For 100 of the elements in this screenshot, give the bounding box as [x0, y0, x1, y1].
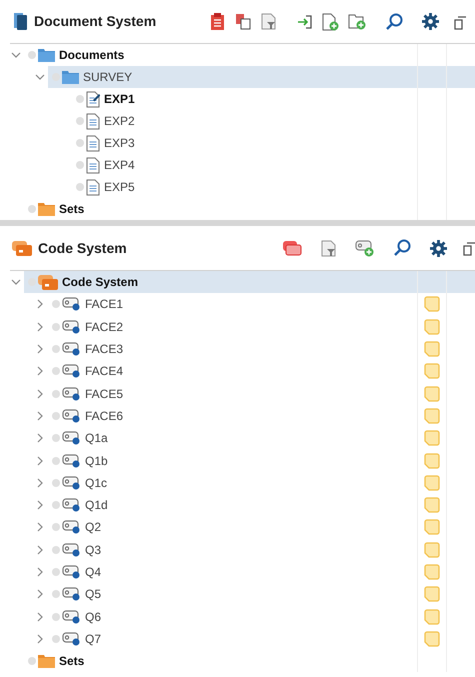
tree-item-label: Sets	[59, 201, 84, 218]
tag-icon	[62, 297, 81, 312]
tree-row[interactable]: FACE6	[48, 404, 475, 428]
tree-item-label: Q1d	[85, 497, 108, 514]
tree-row[interactable]: Q1a	[48, 427, 475, 450]
tree-item-label: EXP1	[104, 91, 135, 108]
tree-item-label: Sets	[59, 653, 84, 670]
tree-row[interactable]: Q3	[48, 538, 475, 561]
tag-icon	[62, 386, 81, 401]
tree-row[interactable]: FACE5	[48, 382, 475, 405]
chevron-down-icon[interactable]	[11, 277, 21, 288]
tree-row[interactable]: Q1c	[48, 472, 475, 494]
chevron-right-icon[interactable]	[35, 344, 45, 354]
folder-icon	[38, 202, 55, 216]
tree-row[interactable]: EXP4	[72, 154, 475, 176]
undock-icon[interactable]	[454, 14, 466, 30]
chevron-right-icon[interactable]	[35, 634, 45, 644]
folder-icon	[38, 654, 55, 668]
tree-row[interactable]: EXP3	[72, 132, 475, 154]
chevron-right-icon[interactable]	[35, 500, 45, 510]
tree-item-label: FACE2	[85, 318, 124, 336]
tree-item-label: FACE5	[85, 386, 124, 403]
search-icon[interactable]	[393, 239, 411, 257]
tag-icon	[62, 364, 81, 378]
chevron-right-icon[interactable]	[35, 433, 45, 444]
tag-icon	[62, 632, 81, 646]
chevron-right-icon[interactable]	[35, 322, 45, 332]
tree-row[interactable]: Q7	[48, 628, 475, 650]
tags-icon	[38, 274, 58, 290]
tree-item-label: EXP2	[104, 113, 135, 130]
tree-row[interactable]: EXP1	[72, 88, 475, 110]
folder-icon	[38, 48, 55, 62]
tree-item-label: EXP4	[104, 157, 135, 174]
filter-document-icon[interactable]	[321, 240, 336, 256]
chevron-right-icon[interactable]	[35, 478, 45, 488]
tree-row[interactable]: Q6	[48, 605, 475, 628]
selected-row[interactable]: SURVEY	[48, 66, 475, 88]
chevron-down-icon[interactable]	[35, 72, 45, 82]
tree-item-label: Q3	[85, 542, 102, 559]
search-icon[interactable]	[385, 12, 403, 30]
tree-item-label: Q6	[85, 608, 102, 626]
tag-icon	[62, 476, 81, 490]
tree-item-label: FACE3	[85, 341, 124, 358]
new-code-icon[interactable]	[355, 240, 374, 256]
new-folder-icon[interactable]	[348, 13, 366, 30]
chevron-right-icon[interactable]	[35, 388, 45, 399]
chevron-right-icon[interactable]	[35, 410, 45, 421]
code-list-icon[interactable]	[282, 240, 302, 256]
tree-row[interactable]: Q2	[48, 516, 475, 539]
tree-item-label: EXP5	[104, 179, 135, 196]
tag-icon	[62, 454, 81, 468]
tree-row[interactable]: FACE2	[48, 316, 475, 338]
tree-item-label: Q4	[85, 564, 102, 581]
undock-icon[interactable]	[463, 240, 475, 256]
chevron-right-icon[interactable]	[35, 612, 45, 622]
filter-document-icon[interactable]	[261, 13, 276, 30]
tag-icon	[62, 498, 81, 512]
tree-row[interactable]: Sets	[24, 650, 475, 672]
folder-icon	[62, 70, 79, 84]
tree-row[interactable]: Documents	[24, 44, 475, 66]
documents-icon	[14, 13, 28, 30]
tag-icon	[62, 520, 81, 534]
tree-row[interactable]: Q4	[48, 560, 475, 584]
tag-icon	[62, 320, 81, 334]
chevron-right-icon[interactable]	[35, 366, 45, 376]
tree-item-label: Q2	[85, 519, 102, 536]
tree-row[interactable]: Q5	[48, 583, 475, 606]
chevron-right-icon[interactable]	[35, 589, 45, 600]
chevron-right-icon[interactable]	[35, 544, 45, 555]
tree-item-label: SURVEY	[83, 69, 132, 86]
document-list-icon[interactable]	[210, 12, 226, 30]
chevron-right-icon[interactable]	[35, 522, 45, 532]
tree-row[interactable]: FACE3	[48, 338, 475, 360]
tree-row[interactable]: Q1b	[48, 449, 475, 472]
tree-row[interactable]: FACE1	[48, 293, 475, 316]
tag-icon	[62, 542, 81, 557]
panel-title: Code System	[38, 238, 127, 258]
selected-row[interactable]: Code System	[24, 271, 475, 294]
tree-row[interactable]: FACE4	[48, 360, 475, 382]
chevron-right-icon[interactable]	[35, 567, 45, 577]
tag-icon	[62, 610, 81, 624]
tree-row[interactable]: Q1d	[48, 494, 475, 516]
chevron-right-icon[interactable]	[35, 299, 45, 310]
tag-icon	[62, 342, 81, 356]
tag-icon	[62, 587, 81, 602]
copy-icon[interactable]	[235, 13, 252, 30]
chevron-right-icon[interactable]	[35, 456, 45, 466]
tree-row[interactable]: EXP5	[72, 176, 475, 198]
tree-item-label: Q1c	[85, 474, 108, 492]
tags-icon	[12, 240, 32, 256]
new-document-icon[interactable]	[322, 12, 339, 30]
tree-row[interactable]: Sets	[24, 198, 475, 220]
tree-item-label: FACE4	[85, 363, 124, 380]
tree-item-label: Q1b	[85, 452, 108, 470]
settings-icon[interactable]	[430, 240, 447, 256]
tree-item-label: Q5	[85, 586, 102, 604]
tree-row[interactable]: EXP2	[72, 110, 475, 132]
settings-icon[interactable]	[422, 13, 439, 30]
chevron-down-icon[interactable]	[11, 50, 21, 60]
import-icon[interactable]	[297, 14, 313, 30]
